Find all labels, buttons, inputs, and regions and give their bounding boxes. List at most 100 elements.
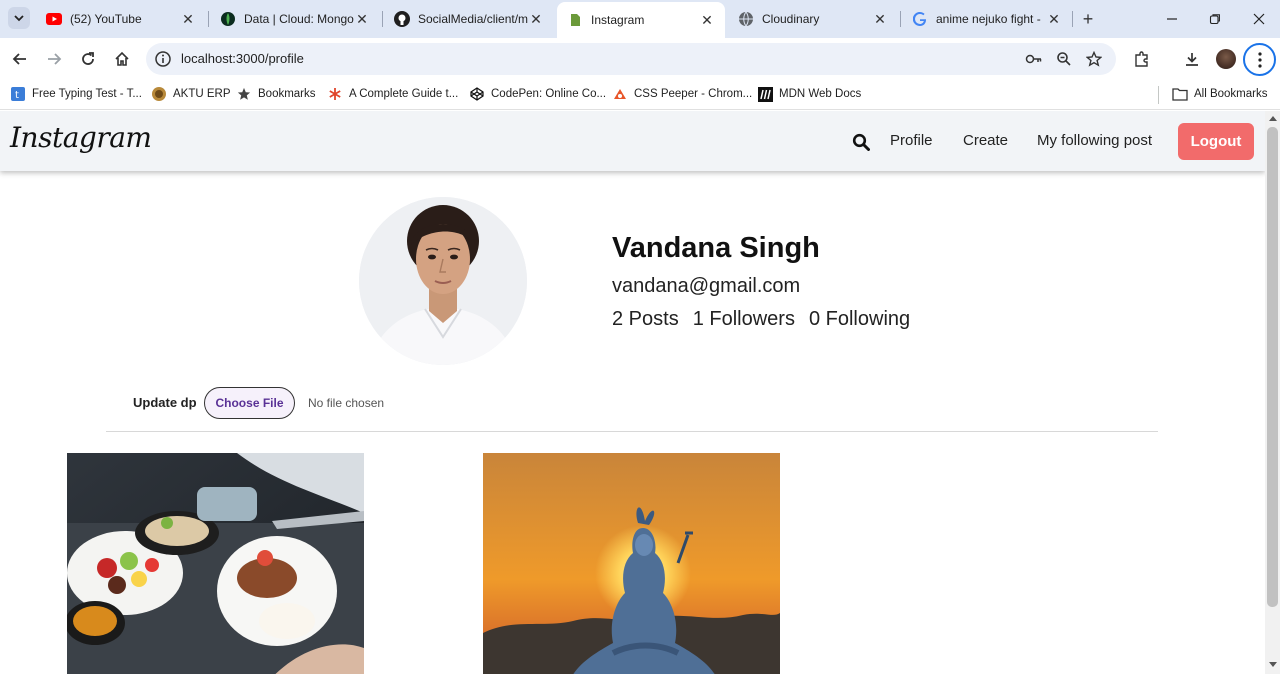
bookmark-guide[interactable]: A Complete Guide t... (327, 86, 458, 102)
scrollbar-thumb[interactable] (1267, 127, 1278, 607)
browser-menu-button[interactable] (1243, 43, 1276, 76)
asterisk-icon (327, 86, 343, 102)
nav-create-link[interactable]: Create (963, 132, 1008, 149)
tab-divider (208, 11, 209, 27)
close-icon[interactable]: ✕ (528, 11, 544, 27)
tab-title: Cloudinary (762, 12, 820, 26)
tab-divider (382, 11, 383, 27)
tab-cloudinary[interactable]: Cloudinary ✕ (728, 4, 898, 34)
tab-search-button[interactable] (8, 7, 30, 29)
bookmark-label: CodePen: Online Co... (491, 88, 607, 100)
scroll-down-arrow[interactable] (1269, 662, 1277, 667)
post-image[interactable] (483, 453, 780, 674)
profile-divider (106, 431, 1158, 432)
close-icon[interactable]: ✕ (699, 12, 715, 28)
folder-icon (1172, 86, 1188, 102)
profile-email: vandana@gmail.com (612, 275, 801, 297)
close-icon[interactable]: ✕ (180, 11, 196, 27)
window-close-button[interactable] (1245, 8, 1273, 30)
bookmark-codepen[interactable]: CodePen: Online Co... (469, 86, 606, 102)
close-icon[interactable]: ✕ (1046, 11, 1062, 27)
tab-strip: (52) YouTube ✕ Data | Cloud: MongoDB ✕ S… (0, 0, 1280, 38)
site-info-icon[interactable] (154, 50, 172, 68)
arrow-left-icon (12, 53, 26, 65)
codepen-icon (469, 86, 485, 102)
zoom-icon[interactable] (1055, 50, 1073, 68)
back-button[interactable] (8, 47, 32, 71)
close-icon[interactable]: ✕ (354, 11, 370, 27)
address-bar[interactable]: localhost:3000/profile (146, 43, 1116, 75)
bookmarks-bar: t Free Typing Test - T... AKTU ERP Bookm… (0, 80, 1280, 110)
profile-avatar-button[interactable] (1214, 47, 1238, 71)
tab-title: anime nejuko fight - (936, 12, 1041, 26)
file-status: No file chosen (308, 396, 385, 410)
password-key-icon[interactable] (1025, 50, 1043, 68)
url-text[interactable]: localhost:3000/profile (181, 51, 304, 66)
followers-count: 1 Followers (692, 308, 795, 330)
post-image[interactable] (67, 453, 364, 674)
page-viewport: Instagram Profile Create My following po… (0, 111, 1265, 674)
home-icon (115, 51, 129, 66)
star-icon (236, 86, 252, 102)
profile-name: Vandana Singh (612, 232, 820, 264)
bookmark-label: CSS Peeper - Chrom... (634, 88, 753, 100)
bookmark-label: Free Typing Test - T... (32, 88, 142, 100)
chevron-down-icon (14, 15, 24, 22)
posts-count: 2 Posts (612, 308, 679, 330)
mdn-icon (757, 86, 773, 102)
extensions-button[interactable] (1130, 47, 1154, 71)
arrow-right-icon (48, 53, 62, 65)
following-count: 0 Following (808, 308, 911, 330)
github-icon (394, 11, 410, 27)
tab-divider (900, 11, 901, 27)
bookmark-label: MDN Web Docs (779, 88, 862, 100)
bookmark-label: A Complete Guide t... (349, 88, 459, 100)
home-button[interactable] (110, 47, 134, 71)
logout-button[interactable]: Logout (1178, 123, 1254, 160)
search-icon[interactable] (852, 133, 870, 151)
bookmark-folder[interactable]: Bookmarks (236, 86, 316, 102)
forward-button[interactable] (42, 47, 66, 71)
tab-google[interactable]: anime nejuko fight - ✕ (902, 4, 1072, 34)
mongodb-icon (220, 11, 236, 27)
tab-github[interactable]: SocialMedia/client/m ✕ (384, 4, 554, 34)
browser-toolbar: localhost:3000/profile (0, 38, 1280, 80)
tab-mongodb[interactable]: Data | Cloud: MongoDB ✕ (210, 4, 380, 34)
choose-file-button[interactable]: Choose File (204, 387, 295, 419)
bookmarks-divider (1158, 86, 1159, 104)
bookmark-label: AKTU ERP (173, 88, 231, 100)
page-scrollbar[interactable] (1265, 111, 1280, 674)
tab-title: SocialMedia/client/m (418, 12, 528, 26)
app-navbar: Instagram Profile Create My following po… (0, 111, 1265, 171)
tab-youtube[interactable]: (52) YouTube ✕ (36, 4, 206, 34)
nav-profile-link[interactable]: Profile (890, 132, 933, 149)
instagram-logo[interactable]: Instagram (10, 121, 152, 154)
more-vert-icon (1257, 51, 1262, 68)
tab-instagram[interactable]: Instagram ✕ (557, 2, 725, 38)
all-bookmarks[interactable]: All Bookmarks (1172, 86, 1268, 102)
new-tab-button[interactable]: + (1078, 9, 1098, 29)
tab-title: Instagram (591, 13, 645, 27)
star-icon[interactable] (1085, 50, 1103, 68)
close-icon[interactable]: ✕ (872, 11, 888, 27)
avatar (1216, 49, 1236, 69)
bookmark-csspeeper[interactable]: CSS Peeper - Chrom... (612, 86, 752, 102)
minimize-icon (1167, 18, 1177, 20)
downloads-button[interactable] (1180, 47, 1204, 71)
tab-divider (1072, 11, 1073, 27)
minimize-button[interactable] (1158, 8, 1186, 30)
globe-icon (738, 11, 754, 27)
tab-title: Data | Cloud: MongoDB (244, 12, 354, 26)
profile-picture (359, 197, 527, 365)
reload-button[interactable] (76, 47, 100, 71)
bookmark-mdn[interactable]: MDN Web Docs (757, 86, 861, 102)
nav-following-link[interactable]: My following post (1037, 132, 1152, 149)
bookmark-typing[interactable]: t Free Typing Test - T... (10, 86, 142, 102)
update-dp-label: Update dp (133, 395, 197, 410)
restore-button[interactable] (1201, 8, 1229, 30)
bookmark-aktu[interactable]: AKTU ERP (151, 86, 231, 102)
scroll-up-arrow[interactable] (1269, 116, 1277, 121)
close-icon (1253, 13, 1265, 25)
typing-icon: t (10, 86, 26, 102)
download-icon (1186, 53, 1198, 66)
